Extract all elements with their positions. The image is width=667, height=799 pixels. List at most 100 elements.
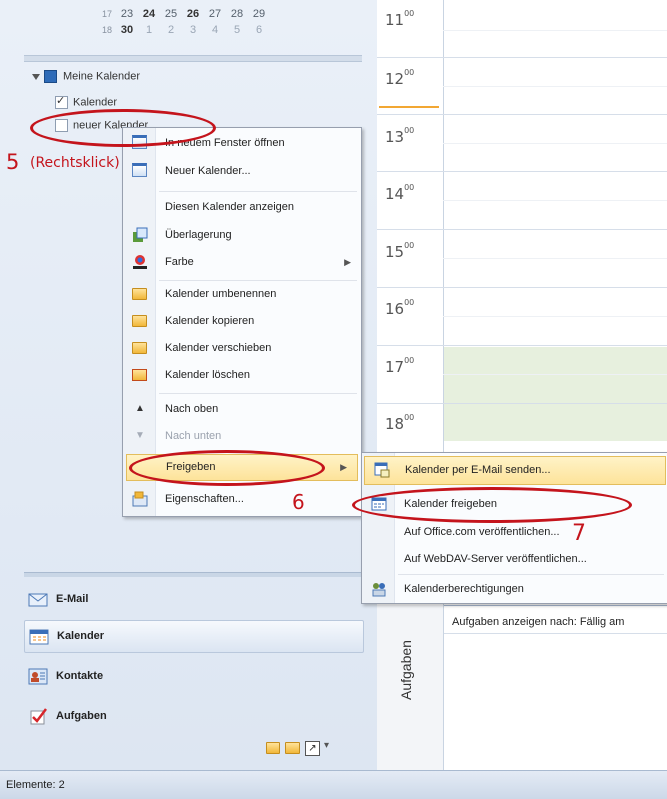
mini-calendar-day[interactable]: 26 <box>182 6 204 22</box>
nav-button-calendar[interactable]: Kalender <box>24 620 364 653</box>
menu-item-label: Kalender umbenennen <box>165 288 277 300</box>
mini-calendar-day[interactable]: 6 <box>248 22 270 38</box>
folder-icon[interactable] <box>285 742 300 754</box>
half-hour-line <box>443 86 667 87</box>
notes-icon[interactable] <box>266 742 280 754</box>
calendar-item-label: Kalender <box>73 96 118 109</box>
nav-splitter[interactable] <box>24 572 362 577</box>
menu-item-label: Kalender löschen <box>165 369 251 381</box>
submenu-item-permissions[interactable]: Kalenderberechtigungen <box>362 576 667 603</box>
configure-buttons-icon[interactable]: ▾ <box>324 740 329 751</box>
menu-item-label: Auf Office.com veröffentlichen... <box>404 526 560 538</box>
half-hour-line <box>443 30 667 31</box>
menu-item-label: Eigenschaften... <box>165 493 244 505</box>
menu-item-label: Kalenderberechtigungen <box>404 583 524 595</box>
copy-icon <box>132 315 147 327</box>
submenu-item-email-calendar[interactable]: Kalender per E-Mail senden... <box>364 456 666 485</box>
share-submenu: Kalender per E-Mail senden... Kalender f… <box>361 452 667 604</box>
menu-item-label: Nach oben <box>165 403 219 415</box>
half-hour-line <box>443 316 667 317</box>
menu-item-delete-calendar[interactable]: Kalender löschen <box>123 362 361 389</box>
calendar-item[interactable]: Kalender <box>55 94 118 109</box>
mini-calendar-week-row: 17 23 24 25 26 27 28 29 <box>88 6 328 22</box>
annotation-ellipse-step7 <box>352 487 632 523</box>
overlay-icon <box>132 227 148 243</box>
annotation-step6-number: 6 <box>292 490 305 514</box>
color-icon <box>132 254 148 270</box>
menu-item-move-up[interactable]: ▲ Nach oben <box>123 396 361 423</box>
nav-button-tasks[interactable]: Aufgaben <box>24 701 362 732</box>
submenu-item-publish-webdav[interactable]: Auf WebDAV-Server veröffentlichen... <box>362 546 667 573</box>
annotation-ellipse-step5 <box>30 109 216 147</box>
hour-line <box>377 229 667 230</box>
mini-calendar-day[interactable]: 29 <box>248 6 270 22</box>
annotation-step5-note: (Rechtsklick) <box>30 155 120 171</box>
mini-calendar-day[interactable]: 3 <box>182 22 204 38</box>
hour-label: 1800 <box>385 413 415 433</box>
hour-line <box>377 287 667 288</box>
menu-item-properties[interactable]: Eigenschaften... <box>123 486 361 513</box>
menu-item-label: Kalender kopieren <box>165 315 255 327</box>
tasks-arrange-header[interactable]: Aufgaben anzeigen nach: Fällig am <box>444 611 667 634</box>
calendar-checkbox[interactable] <box>55 94 68 109</box>
nav-button-label: E-Mail <box>56 593 89 605</box>
calendar-group[interactable]: Meine Kalender <box>32 70 140 83</box>
menu-item-move-down: ▼ Nach unten <box>123 423 361 450</box>
menu-item-label: Kalender per E-Mail senden... <box>405 464 551 476</box>
hour-label: 1500 <box>385 241 415 261</box>
mini-calendar-day[interactable]: 1 <box>138 22 160 38</box>
nav-button-label: Kontakte <box>56 670 104 682</box>
up-arrow-icon: ▲ <box>135 403 145 414</box>
menu-item-color[interactable]: Farbe ▶ <box>123 249 361 276</box>
contacts-icon <box>28 668 48 685</box>
menu-separator <box>159 191 357 192</box>
calendar-group-icon <box>44 70 57 83</box>
menu-item-show-calendar[interactable]: Diesen Kalender anzeigen <box>123 194 361 221</box>
menu-item-overlay[interactable]: Überlagerung <box>123 222 361 249</box>
menu-item-label: Diesen Kalender anzeigen <box>165 201 295 213</box>
mini-calendar-day[interactable]: 27 <box>204 6 226 22</box>
half-hour-line <box>443 258 667 259</box>
nav-button-contacts[interactable]: Kontakte <box>24 661 362 692</box>
mail-icon <box>28 593 48 607</box>
mini-calendar-day[interactable]: 30 <box>116 22 138 38</box>
hour-line <box>377 345 667 346</box>
submenu-arrow-icon: ▶ <box>344 257 351 267</box>
mini-calendar-week-row: 18 30 1 2 3 4 5 6 <box>88 22 328 38</box>
annotation-step7-number: 7 <box>572 521 586 546</box>
mini-calendar-day[interactable]: 5 <box>226 22 248 38</box>
submenu-arrow-icon: ▶ <box>340 462 347 472</box>
mini-calendar-day[interactable]: 4 <box>204 22 226 38</box>
pane-splitter[interactable] <box>24 55 362 62</box>
delete-icon <box>132 369 147 381</box>
mini-calendar-day[interactable]: 23 <box>116 6 138 22</box>
hour-line <box>377 171 667 172</box>
mini-calendar-day[interactable]: 28 <box>226 6 248 22</box>
submenu-item-publish-office[interactable]: Auf Office.com veröffentlichen... <box>362 519 667 546</box>
calendar-icon <box>29 629 49 645</box>
menu-item-rename-calendar[interactable]: Kalender umbenennen <box>123 281 361 308</box>
annotation-ellipse-step6 <box>129 450 325 486</box>
menu-item-copy-calendar[interactable]: Kalender kopieren <box>123 308 361 335</box>
shortcut-icon[interactable]: ↗ <box>305 741 320 756</box>
mini-calendar-day[interactable]: 24 <box>138 6 160 22</box>
mini-calendar-day[interactable]: 25 <box>160 6 182 22</box>
half-hour-line <box>443 374 667 375</box>
menu-separator <box>159 393 357 394</box>
hour-label: 1200 <box>385 68 415 88</box>
hour-label: 1600 <box>385 298 415 318</box>
hour-label: 1100 <box>385 9 415 29</box>
current-time-indicator <box>379 106 439 108</box>
collapse-triangle-icon[interactable] <box>32 73 40 80</box>
nav-button-mail[interactable]: E-Mail <box>24 584 362 615</box>
half-hour-line <box>443 143 667 144</box>
menu-item-move-calendar[interactable]: Kalender verschieben <box>123 335 361 362</box>
menu-item-label: Kalender verschieben <box>165 342 272 354</box>
menu-item-new-calendar[interactable]: Neuer Kalender... <box>123 158 361 185</box>
tasks-vertical-label: Aufgaben <box>398 640 414 700</box>
rename-icon <box>132 288 147 300</box>
mini-calendar: 17 23 24 25 26 27 28 29 18 30 1 2 3 4 5 … <box>88 6 328 38</box>
nav-pane-shortcuts: ↗ ▾ <box>266 740 346 756</box>
mini-calendar-day[interactable]: 2 <box>160 22 182 38</box>
menu-item-label: Überlagerung <box>165 229 232 241</box>
